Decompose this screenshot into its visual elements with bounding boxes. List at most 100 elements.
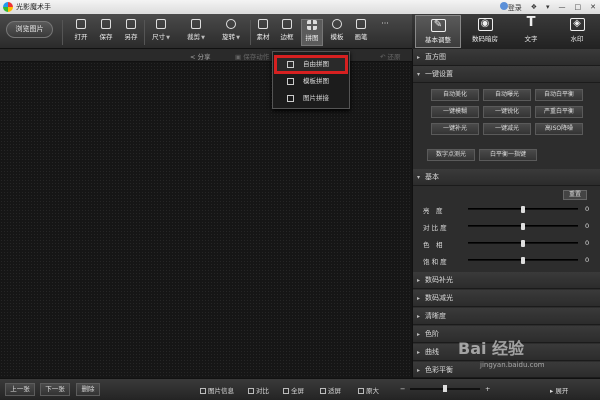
image-info-button[interactable]: 图片信息 xyxy=(200,385,234,395)
one-click-reduce-light-button[interactable]: 一键减光 xyxy=(483,123,531,135)
material-button[interactable]: 素材 xyxy=(253,19,273,46)
slider-knob[interactable] xyxy=(521,206,525,213)
crop-label: 裁剪 xyxy=(187,33,201,41)
section-digital-fill-light[interactable]: 数码补光 xyxy=(413,272,600,289)
user-icon xyxy=(499,1,508,10)
title-bar: 光影魔术手 登录 ❖ ▾ — □ ✕ xyxy=(0,0,600,14)
tab-darkroom[interactable]: ◉ 数码暗房 xyxy=(462,15,508,48)
sub-toolbar: < 分享 ▣ 保存动作 ↶ 还原 xyxy=(0,49,412,62)
fullscreen-label: 全屏 xyxy=(291,387,304,395)
share-label: 分享 xyxy=(197,53,211,61)
minimize-icon[interactable]: — xyxy=(559,3,566,11)
collage-button[interactable]: 拼图 xyxy=(301,19,323,46)
rotate-button[interactable]: 旋转▼ xyxy=(218,19,244,46)
tab-text[interactable]: T 文字 xyxy=(508,15,554,48)
white-balance-picker-button[interactable]: 白平衡一指键 xyxy=(479,149,537,161)
tab-label: 文字 xyxy=(524,35,538,43)
save-as-label: 另存 xyxy=(124,33,138,41)
fullscreen-button[interactable]: 全屏 xyxy=(283,385,304,395)
section-basic[interactable]: 基本 xyxy=(413,169,600,186)
strict-white-balance-button[interactable]: 严重白平衡 xyxy=(535,106,583,118)
save-action-label: 保存动作 xyxy=(243,53,270,61)
maximize-icon[interactable]: □ xyxy=(575,3,582,11)
slider-knob[interactable] xyxy=(521,257,525,264)
restore-label: 还原 xyxy=(387,53,401,61)
resize-icon xyxy=(156,19,166,29)
menu-icon[interactable]: ▾ xyxy=(546,3,550,11)
save-button[interactable]: 保存 xyxy=(95,19,117,46)
section-histogram[interactable]: 直方图 xyxy=(413,49,600,66)
slider-label: 色 相 xyxy=(423,241,443,249)
save-as-button[interactable]: 另存 xyxy=(120,19,142,46)
original-size-button[interactable]: 原大 xyxy=(358,385,379,395)
open-button[interactable]: 打开 xyxy=(70,19,92,46)
browse-images-button[interactable]: 浏览图片 xyxy=(6,21,53,38)
zoom-slider[interactable] xyxy=(410,385,480,392)
slider-knob[interactable] xyxy=(521,223,525,230)
one-click-sharpen-button[interactable]: 一键锐化 xyxy=(483,106,531,118)
fit-icon xyxy=(320,388,326,394)
folder-icon xyxy=(76,19,86,29)
compare-button[interactable]: 对比 xyxy=(248,385,269,395)
one-click-fill-light-button[interactable]: 一键补光 xyxy=(431,123,479,135)
auto-beautify-button[interactable]: 自动美化 xyxy=(431,89,479,101)
border-label: 边框 xyxy=(280,33,294,41)
adjust-panel: 直方图 一键设置 自动美化 自动曝光 自动白平衡 一键模糊 一键锐化 严重白平衡… xyxy=(412,49,600,379)
skin-icon[interactable]: ❖ xyxy=(531,3,537,11)
brush-label: 画笔 xyxy=(354,33,368,41)
app-logo-icon xyxy=(3,2,13,12)
reset-button[interactable]: 重置 xyxy=(563,190,587,200)
border-button[interactable]: 边框 xyxy=(277,19,297,46)
image-canvas[interactable] xyxy=(0,62,412,378)
section-digital-reduce-light[interactable]: 数码减光 xyxy=(413,290,600,307)
menu-item-template-collage[interactable]: 模板拼图 xyxy=(277,75,345,88)
tab-basic-adjust[interactable]: ✎ 基本调整 xyxy=(415,15,461,48)
delete-button[interactable]: 删除 xyxy=(76,383,100,396)
slider-track[interactable] xyxy=(468,257,578,264)
slider-label: 饱 和 度 xyxy=(423,258,447,266)
high-iso-denoise-button[interactable]: 高ISO降噪 xyxy=(535,123,583,135)
brush-button[interactable]: 画笔 xyxy=(351,19,371,46)
original-size-label: 原大 xyxy=(366,387,379,395)
close-icon[interactable]: ✕ xyxy=(590,3,596,11)
restore-button[interactable]: ↶ 还原 xyxy=(380,51,401,61)
menu-item-image-stitch[interactable]: 图片拼接 xyxy=(277,92,345,105)
more-tools-button[interactable]: ··· xyxy=(377,19,393,46)
section-one-click[interactable]: 一键设置 xyxy=(413,66,600,83)
crop-button[interactable]: 裁剪▼ xyxy=(183,19,209,46)
expand-label: 展开 xyxy=(555,387,569,395)
template-button[interactable]: 模板 xyxy=(327,19,347,46)
size-button[interactable]: 尺寸▼ xyxy=(148,19,174,46)
zoom-knob[interactable] xyxy=(443,385,447,392)
camera-icon: ◉ xyxy=(477,18,493,31)
border-icon xyxy=(282,19,292,29)
zoom-in-icon[interactable]: + xyxy=(485,385,490,393)
size-label: 尺寸 xyxy=(152,33,166,41)
share-button[interactable]: < 分享 xyxy=(190,51,211,61)
collage-dropdown-menu: 自由拼图 模板拼图 图片拼接 xyxy=(272,51,350,109)
expand-button[interactable]: ▸ 展开 xyxy=(550,385,568,395)
auto-white-balance-button[interactable]: 自动白平衡 xyxy=(535,89,583,101)
chevron-down-icon: ▼ xyxy=(166,35,170,41)
slider-track[interactable] xyxy=(468,240,578,247)
slider-label: 对 比 度 xyxy=(423,224,447,232)
prev-image-button[interactable]: 上一张 xyxy=(5,383,35,396)
material-label: 素材 xyxy=(256,33,270,41)
auto-exposure-button[interactable]: 自动曝光 xyxy=(483,89,531,101)
tab-label: 水印 xyxy=(570,35,584,43)
zoom-out-icon[interactable]: − xyxy=(400,385,405,393)
slider-brightness: 亮 度 0 xyxy=(413,202,600,216)
login-button[interactable]: 登录 xyxy=(499,1,522,13)
fit-screen-button[interactable]: 适屏 xyxy=(320,385,341,395)
spot-metering-button[interactable]: 数字点测光 xyxy=(427,149,475,161)
save-action-button[interactable]: ▣ 保存动作 xyxy=(235,51,269,61)
tab-watermark[interactable]: ◈ 水印 xyxy=(554,15,600,48)
section-clarity[interactable]: 清晰度 xyxy=(413,308,600,325)
next-image-button[interactable]: 下一张 xyxy=(40,383,70,396)
one-click-blur-button[interactable]: 一键模糊 xyxy=(431,106,479,118)
slider-track[interactable] xyxy=(468,206,578,213)
slider-knob[interactable] xyxy=(521,240,525,247)
original-size-icon xyxy=(358,388,364,394)
menu-item-free-collage[interactable]: 自由拼图 xyxy=(274,55,348,74)
slider-track[interactable] xyxy=(468,223,578,230)
